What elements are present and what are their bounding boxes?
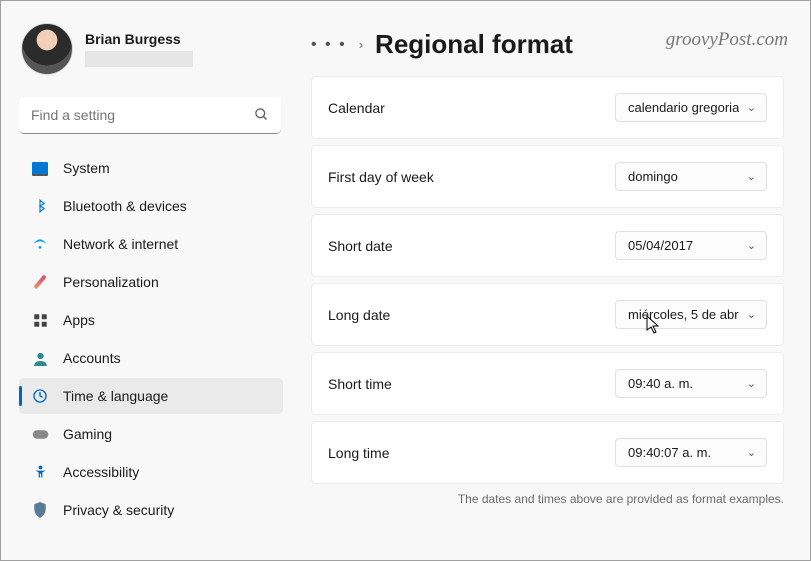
apps-icon [31,311,49,329]
sidebar-item-label: Network & internet [63,236,178,252]
search-icon [254,107,269,125]
shield-icon [31,501,49,519]
calendar-select[interactable]: calendario gregoriano ⌄ [615,93,767,122]
profile-block[interactable]: Brian Burgess [19,19,283,91]
chevron-down-icon: ⌄ [747,170,756,183]
select-value: miércoles, 5 de abril d [628,307,739,322]
sidebar-item-accounts[interactable]: Accounts [19,340,283,376]
row-label: First day of week [328,169,434,185]
nav: System Bluetooth & devices Network & int… [19,150,283,528]
chevron-down-icon: ⌄ [747,308,756,321]
sidebar-item-time-language[interactable]: Time & language [19,378,283,414]
clock-globe-icon [31,387,49,405]
search-input[interactable] [19,97,281,134]
profile-email-redacted [85,51,193,67]
sidebar-item-bluetooth[interactable]: Bluetooth & devices [19,188,283,224]
row-long-date: Long date miércoles, 5 de abril d ⌄ [311,283,784,346]
row-label: Short date [328,238,393,254]
footnote: The dates and times above are provided a… [311,492,784,506]
chevron-right-icon: › [359,37,363,52]
sidebar-item-label: Apps [63,312,95,328]
long-time-select[interactable]: 09:40:07 a. m. ⌄ [615,438,767,467]
short-time-select[interactable]: 09:40 a. m. ⌄ [615,369,767,398]
row-short-time: Short time 09:40 a. m. ⌄ [311,352,784,415]
system-icon [31,159,49,177]
sidebar-item-personalization[interactable]: Personalization [19,264,283,300]
long-date-select[interactable]: miércoles, 5 de abril d ⌄ [615,300,767,329]
first-day-select[interactable]: domingo ⌄ [615,162,767,191]
sidebar-item-label: System [63,160,110,176]
chevron-down-icon: ⌄ [747,446,756,459]
avatar [21,23,73,75]
sidebar-item-apps[interactable]: Apps [19,302,283,338]
breadcrumb-ellipsis[interactable]: • • • [311,36,347,54]
row-short-date: Short date 05/04/2017 ⌄ [311,214,784,277]
short-date-select[interactable]: 05/04/2017 ⌄ [615,231,767,260]
watermark: groovyPost.com [666,29,788,51]
row-label: Calendar [328,100,385,116]
row-label: Short time [328,376,392,392]
sidebar-item-label: Personalization [63,274,159,290]
paintbrush-icon [31,273,49,291]
select-value: calendario gregoriano [628,100,739,115]
select-value: 09:40 a. m. [628,376,693,391]
sidebar: Brian Burgess System Bluetooth & devices [1,1,291,560]
sidebar-item-label: Privacy & security [63,502,174,518]
accessibility-icon [31,463,49,481]
page-title: Regional format [375,29,573,60]
sidebar-item-label: Accounts [63,350,121,366]
sidebar-item-label: Gaming [63,426,112,442]
row-label: Long time [328,445,389,461]
sidebar-item-privacy[interactable]: Privacy & security [19,492,283,528]
network-icon [31,235,49,253]
chevron-down-icon: ⌄ [747,101,756,114]
select-value: domingo [628,169,678,184]
sidebar-item-label: Accessibility [63,464,139,480]
main-panel: • • • › Regional format Calendar calenda… [291,1,810,560]
bluetooth-icon [31,197,49,215]
settings-list: Calendar calendario gregoriano ⌄ First d… [311,76,784,484]
select-value: 09:40:07 a. m. [628,445,711,460]
chevron-down-icon: ⌄ [747,377,756,390]
sidebar-item-system[interactable]: System [19,150,283,186]
chevron-down-icon: ⌄ [747,239,756,252]
profile-name: Brian Burgess [85,31,193,47]
accounts-icon [31,349,49,367]
select-value: 05/04/2017 [628,238,693,253]
sidebar-item-label: Time & language [63,388,168,404]
row-label: Long date [328,307,390,323]
row-first-day: First day of week domingo ⌄ [311,145,784,208]
search-container [19,97,281,134]
gaming-icon [31,425,49,443]
sidebar-item-network[interactable]: Network & internet [19,226,283,262]
sidebar-item-accessibility[interactable]: Accessibility [19,454,283,490]
row-long-time: Long time 09:40:07 a. m. ⌄ [311,421,784,484]
sidebar-item-label: Bluetooth & devices [63,198,187,214]
row-calendar: Calendar calendario gregoriano ⌄ [311,76,784,139]
sidebar-item-gaming[interactable]: Gaming [19,416,283,452]
